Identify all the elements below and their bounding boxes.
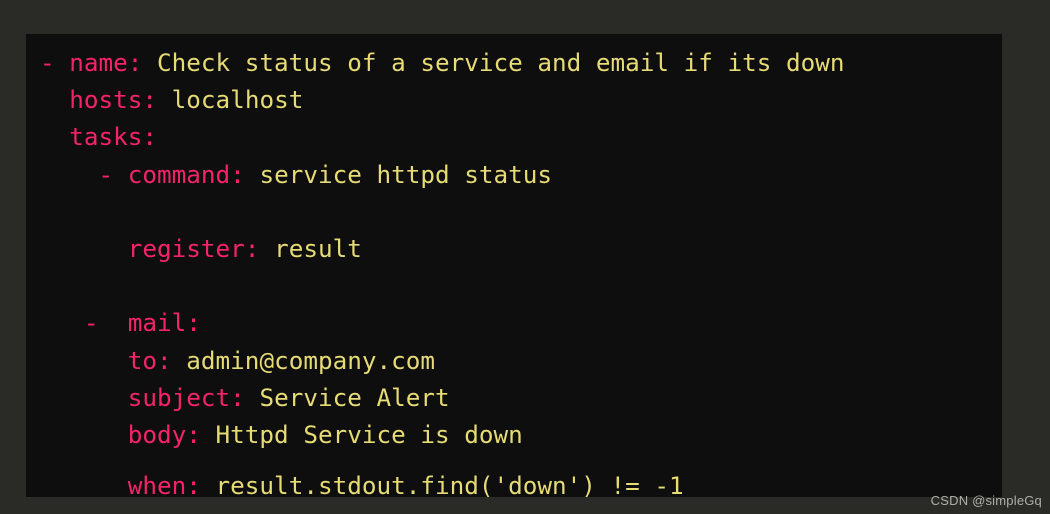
yaml-key: when: — [127, 471, 201, 497]
yaml-key: mail: — [113, 308, 201, 338]
code-line: subject: Service Alert — [26, 379, 1002, 416]
yaml-value: admin@company.com — [171, 345, 435, 375]
yaml-key: subject: — [127, 382, 245, 412]
code-line: - mail: — [26, 304, 1002, 341]
yaml-key: name: — [69, 48, 143, 77]
yaml-key: body: — [127, 419, 201, 449]
code-line: tasks: — [26, 118, 1002, 155]
yaml-list-dash: - — [83, 308, 114, 338]
yaml-key: hosts: — [69, 85, 158, 115]
yaml-value: Httpd Service is down — [200, 419, 523, 449]
code-snippet-block: - name: Check status of a service and em… — [26, 34, 1002, 497]
code-line: - name: Check status of a service and em… — [26, 44, 1002, 81]
yaml-key: command: — [127, 159, 245, 189]
yaml-value: Check status of a service and email if i… — [142, 48, 845, 77]
code-line: to: admin@company.com — [26, 342, 1002, 379]
yaml-value: Service Alert — [244, 382, 450, 412]
code-line: hosts: localhost — [26, 81, 1002, 118]
code-line: - command: service httpd status — [26, 156, 1002, 193]
yaml-value: result.stdout.find('down') != -1 — [200, 471, 684, 497]
yaml-key: register: — [127, 233, 260, 263]
yaml-value: localhost — [157, 85, 304, 115]
yaml-value: service httpd status — [244, 159, 552, 189]
csdn-watermark: CSDN @simpleGq — [930, 493, 1042, 508]
code-line: register: result — [26, 230, 1002, 267]
yaml-value: result — [259, 233, 362, 263]
code-line: when: result.stdout.find('down') != -1 — [26, 467, 1002, 497]
yaml-list-dash: - — [98, 159, 128, 189]
code-line: body: Httpd Service is down — [26, 416, 1002, 453]
code-lines: - name: Check status of a service and em… — [26, 44, 1002, 497]
yaml-key: to: — [127, 345, 172, 375]
page-background: - name: Check status of a service and em… — [0, 0, 1050, 514]
yaml-list-dash: - — [40, 48, 70, 77]
yaml-key: tasks: — [69, 122, 158, 152]
